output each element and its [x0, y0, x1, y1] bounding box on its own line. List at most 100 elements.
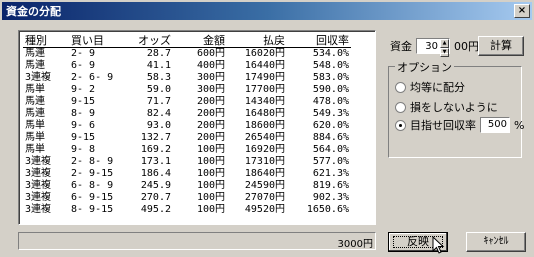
cell-type: 馬連	[25, 108, 45, 119]
table-row[interactable]: 3連複 6- 8- 9 245.9 100円 24590円 819.6%	[23, 180, 351, 192]
cell-type: 3連複	[25, 72, 52, 83]
cell-bet: 6- 8- 9	[71, 180, 114, 191]
cell-amount: 200円	[196, 108, 225, 119]
cancel-button[interactable]: ｷｬﾝｾﾙ	[466, 232, 526, 252]
option-target-rate[interactable]: 目指せ回収率 500 %	[395, 117, 524, 133]
cell-type: 馬連	[25, 60, 45, 71]
table-row[interactable]: 馬単 9- 8 169.2 100円 16920円 564.0%	[23, 144, 351, 156]
cell-payout: 17310円	[244, 156, 285, 167]
table-row[interactable]: 馬連 2- 9 28.7 600円 16020円 534.0%	[23, 48, 351, 61]
table-row[interactable]: 3連複 8- 9-15 495.2 100円 49520円 1650.6%	[23, 204, 351, 216]
table-header-row: 種別 買い目 オッズ 金額 払戻 回収率	[23, 35, 351, 48]
header-bet[interactable]: 買い目	[69, 35, 125, 48]
cell-type: 3連複	[25, 180, 52, 191]
cell-odds: 58.3	[146, 72, 171, 83]
cell-return-rate: 549.3%	[312, 108, 349, 119]
header-amount[interactable]: 金額	[173, 35, 227, 48]
cell-type: 3連複	[25, 192, 52, 203]
cell-type: 馬単	[25, 120, 45, 131]
cell-payout: 27070円	[244, 192, 285, 203]
cell-type: 馬単	[25, 84, 45, 95]
cell-odds: 173.1	[140, 156, 171, 167]
cell-bet: 2- 6- 9	[71, 72, 114, 83]
cell-bet: 8- 9	[71, 108, 96, 119]
cell-bet: 2- 9	[71, 48, 96, 59]
table-row[interactable]: 馬単 9- 6 93.0 200円 18600円 620.0%	[23, 120, 351, 132]
cell-amount: 400円	[196, 60, 225, 71]
window-title: 資金の分配	[6, 5, 61, 18]
cell-odds: 82.4	[146, 108, 171, 119]
radio-target-rate[interactable]	[395, 119, 406, 131]
results-list[interactable]: 種別 買い目 オッズ 金額 払戻 回収率 馬連 2- 9 28.7 600円 16020…	[18, 30, 376, 225]
spin-up-icon[interactable]: ▲	[440, 39, 449, 48]
mouse-cursor-icon	[432, 236, 445, 254]
header-odds[interactable]: オッズ	[125, 35, 173, 48]
cell-payout: 49520円	[244, 204, 285, 215]
cell-type: 3連複	[25, 156, 52, 167]
cell-bet: 6- 9-15	[71, 192, 114, 203]
cell-bet: 2- 9-15	[71, 168, 114, 179]
cell-amount: 100円	[196, 168, 225, 179]
spin-down-icon[interactable]: ▼	[440, 48, 449, 57]
cell-bet: 9-15	[71, 96, 96, 107]
cell-amount: 300円	[196, 84, 225, 95]
radio-no-loss[interactable]	[395, 101, 406, 113]
cell-amount: 100円	[196, 204, 225, 215]
cell-return-rate: 534.0%	[312, 48, 349, 59]
total-amount: 3000円	[337, 239, 373, 250]
cell-amount: 100円	[196, 144, 225, 155]
cell-odds: 495.2	[140, 204, 171, 215]
options-legend: オプション	[395, 59, 454, 75]
cell-payout: 24590円	[244, 180, 285, 191]
cell-bet: 9- 6	[71, 120, 96, 131]
cell-odds: 169.2	[140, 144, 171, 155]
cell-payout: 16920円	[244, 144, 285, 155]
fund-unit: 00円	[454, 40, 479, 53]
option-target-rate-label[interactable]: 目指せ回収率	[410, 117, 476, 133]
cell-type: 馬単	[25, 144, 45, 155]
calculate-button[interactable]: 計算	[478, 36, 524, 56]
cell-odds: 186.4	[140, 168, 171, 179]
table-row[interactable]: 3連複 2- 6- 9 58.3 300円 17490円 583.0%	[23, 72, 351, 84]
close-button[interactable]: ×	[514, 4, 530, 18]
cell-payout: 26540円	[244, 132, 285, 143]
fund-spinner[interactable]: 30 ▲ ▼	[416, 38, 450, 57]
table-row[interactable]: 馬単 9- 2 59.0 300円 17700円 590.0%	[23, 84, 351, 96]
table-row[interactable]: 馬連 9-15 71.7 200円 14340円 478.0%	[23, 96, 351, 108]
table-row[interactable]: 馬連 6- 9 41.1 400円 16440円 548.0%	[23, 60, 351, 72]
radio-equal[interactable]	[395, 81, 406, 93]
table-row[interactable]: 3連複 6- 9-15 270.7 100円 27070円 902.3%	[23, 192, 351, 204]
cell-odds: 59.0	[146, 84, 171, 95]
cell-return-rate: 621.3%	[312, 168, 349, 179]
spinner-buttons[interactable]: ▲ ▼	[440, 39, 449, 57]
fund-value[interactable]: 30	[417, 41, 440, 52]
cell-type: 馬連	[25, 96, 45, 107]
header-payout[interactable]: 払戻	[227, 35, 287, 48]
header-type[interactable]: 種別	[23, 35, 69, 48]
title-bar[interactable]: 資金の分配 ×	[2, 2, 532, 20]
option-no-loss[interactable]: 損をしないように	[395, 99, 498, 115]
header-return-rate[interactable]: 回収率	[287, 35, 351, 48]
fund-label: 資金	[390, 40, 412, 53]
option-equal[interactable]: 均等に配分	[395, 79, 465, 95]
cell-bet: 9- 8	[71, 144, 96, 155]
option-equal-label[interactable]: 均等に配分	[410, 79, 465, 95]
cell-odds: 71.7	[146, 96, 171, 107]
cell-odds: 28.7	[146, 48, 171, 59]
table-row[interactable]: 3連複 2- 9-15 186.4 100円 18640円 621.3%	[23, 168, 351, 180]
table-row[interactable]: 3連複 2- 8- 9 173.1 100円 17310円 577.0%	[23, 156, 351, 168]
cell-payout: 16020円	[244, 48, 285, 59]
table-row[interactable]: 馬単 9-15 132.7 200円 26540円 884.6%	[23, 132, 351, 144]
cell-return-rate: 583.0%	[312, 72, 349, 83]
cell-amount: 200円	[196, 120, 225, 131]
option-no-loss-label[interactable]: 損をしないように	[410, 99, 498, 115]
cell-return-rate: 902.3%	[312, 192, 349, 203]
cell-bet: 6- 9	[71, 60, 96, 71]
cell-payout: 16480円	[244, 108, 285, 119]
cell-return-rate: 620.0%	[312, 120, 349, 131]
cell-bet: 9-15	[71, 132, 96, 143]
cell-odds: 270.7	[140, 192, 171, 203]
cell-bet: 2- 8- 9	[71, 156, 114, 167]
table-row[interactable]: 馬連 8- 9 82.4 200円 16480円 549.3%	[23, 108, 351, 120]
target-rate-input[interactable]: 500	[480, 117, 510, 133]
